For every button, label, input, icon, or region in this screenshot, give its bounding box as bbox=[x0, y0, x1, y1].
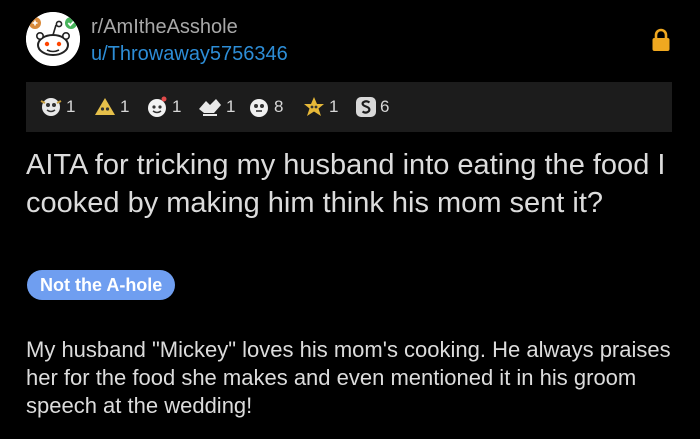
lock-icon bbox=[651, 28, 671, 52]
post-title[interactable]: AITA for tricking my husband into eating… bbox=[26, 146, 676, 222]
award-2-icon[interactable]: 1 bbox=[92, 95, 129, 119]
award-7-icon[interactable]: 6 bbox=[354, 95, 389, 119]
subreddit-name[interactable]: r/AmItheAsshole bbox=[91, 16, 238, 39]
award-count: 1 bbox=[120, 97, 130, 116]
post-flair[interactable]: Not the A-hole bbox=[27, 270, 176, 300]
award-count: 1 bbox=[172, 97, 182, 116]
award-3-icon[interactable]: 1 bbox=[144, 95, 181, 119]
award-count: 1 bbox=[226, 97, 236, 116]
award-count: 1 bbox=[66, 97, 76, 116]
post-body: My husband "Mickey" loves his mom's cook… bbox=[26, 337, 671, 418]
award-count: 6 bbox=[380, 97, 390, 116]
post-header: r/AmItheAsshole u/Throwaway5756346 bbox=[26, 12, 686, 72]
snoo-icon[interactable] bbox=[26, 12, 80, 66]
award-count: 1 bbox=[329, 97, 339, 116]
award-6-icon[interactable]: 1 bbox=[301, 95, 338, 119]
award-count: 8 bbox=[274, 97, 284, 116]
award-1-icon[interactable]: 1 bbox=[38, 95, 75, 119]
award-5-icon[interactable]: 8 bbox=[246, 95, 283, 119]
author-username[interactable]: u/Throwaway5756346 bbox=[91, 43, 288, 66]
post-screen: r/AmItheAsshole u/Throwaway5756346 1 1 1… bbox=[0, 0, 700, 439]
awards-bar[interactable]: 1 1 1 1 8 1 6 bbox=[26, 82, 672, 132]
award-4-icon[interactable]: 1 bbox=[196, 95, 235, 119]
